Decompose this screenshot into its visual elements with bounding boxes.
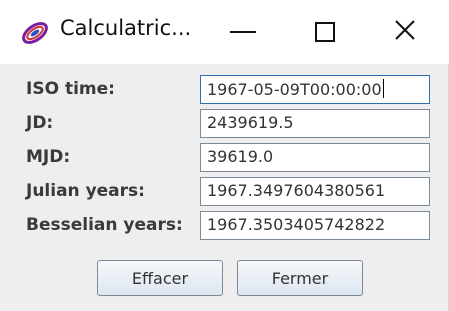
galaxy-icon — [20, 18, 50, 48]
jd-field[interactable]: 2439619.5 — [200, 109, 430, 138]
iso-time-row: ISO time: 1967-05-09T00:00:00 — [0, 72, 448, 106]
jd-row: JD: 2439619.5 — [0, 106, 448, 140]
minimize-button[interactable] — [210, 0, 276, 64]
text-caret — [382, 79, 384, 98]
maximize-button[interactable] — [292, 0, 358, 64]
iso-time-field[interactable]: 1967-05-09T00:00:00 — [200, 75, 430, 104]
julian-years-row: Julian years: 1967.3497604380561 — [0, 174, 448, 208]
mjd-label: MJD: — [26, 147, 71, 167]
julian-years-field[interactable]: 1967.3497604380561 — [200, 177, 430, 206]
iso-time-label: ISO time: — [26, 79, 115, 99]
form-panel: ISO time: 1967-05-09T00:00:00 JD: 243961… — [0, 64, 448, 311]
julian-years-label: Julian years: — [26, 181, 145, 201]
mjd-field[interactable]: 39619.0 — [200, 143, 430, 172]
window-title: Calculatric... — [60, 16, 192, 40]
close-button[interactable]: Fermer — [237, 260, 363, 296]
besselian-years-label: Besselian years: — [26, 215, 183, 235]
besselian-years-row: Besselian years: 1967.3503405742822 — [0, 208, 448, 242]
minimize-icon — [230, 31, 256, 33]
mjd-row: MJD: 39619.0 — [0, 140, 448, 174]
besselian-years-field[interactable]: 1967.3503405742822 — [200, 211, 430, 240]
maximize-icon — [315, 22, 335, 42]
iso-time-value: 1967-05-09T00:00:00 — [207, 80, 382, 99]
jd-label: JD: — [26, 113, 54, 133]
close-window-button[interactable] — [372, 0, 438, 64]
calculator-window: Calculatric... ISO time: 1967-05-09T00:0… — [0, 0, 449, 311]
clear-button[interactable]: Effacer — [97, 260, 223, 296]
title-bar[interactable]: Calculatric... — [0, 0, 449, 64]
close-icon — [393, 18, 417, 46]
